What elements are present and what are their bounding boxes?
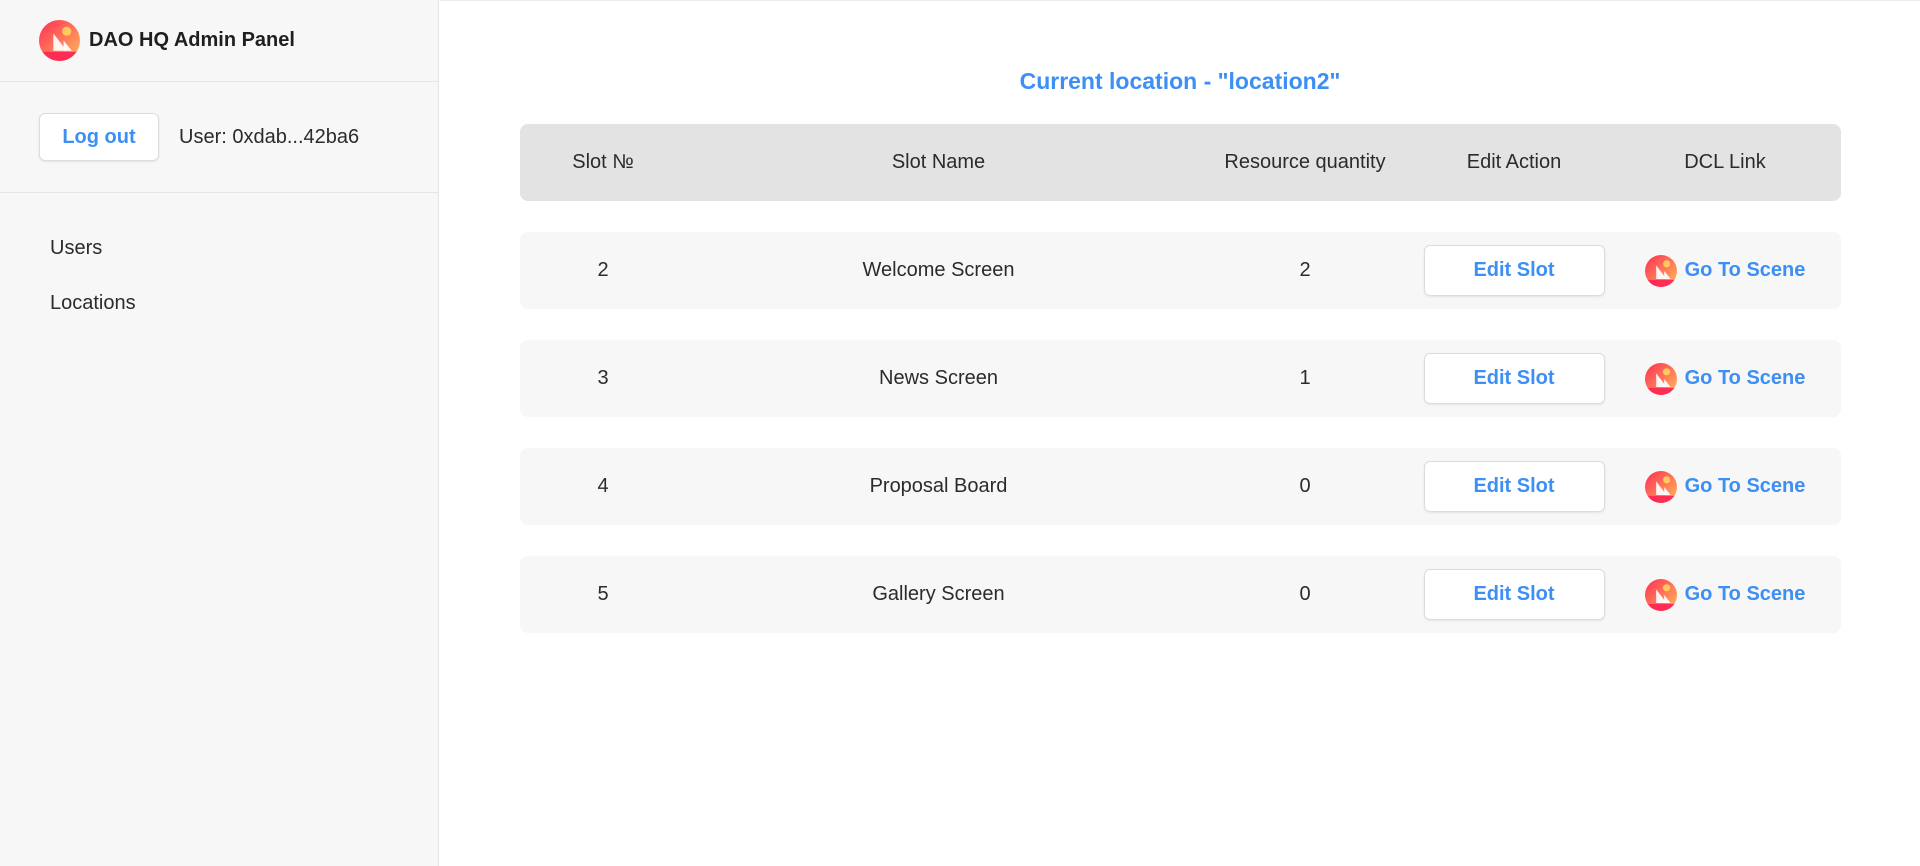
table-row: 2 Welcome Screen 2 Edit Slot Go To Scene [520, 232, 1841, 309]
sidebar-nav: Users Locations [0, 193, 438, 331]
slot-number: 5 [597, 583, 609, 605]
dcl-link-cell: Go To Scene [1609, 470, 1841, 503]
table-row: 5 Gallery Screen 0 Edit Slot Go To Scene [520, 556, 1841, 633]
edit-slot-button[interactable]: Edit Slot [1423, 353, 1605, 404]
header-slot-name: Slot Name [891, 151, 986, 173]
sidebar: DAO HQ Admin Panel Log out User: 0xdab..… [0, 0, 439, 866]
edit-action-cell: Edit Slot [1419, 353, 1609, 404]
go-to-scene-link[interactable]: Go To Scene [1644, 362, 1806, 395]
table-header: Slot № Slot Name Resource quantity Edit … [520, 124, 1841, 201]
slot-number: 4 [597, 475, 609, 497]
dcl-link-cell: Go To Scene [1609, 578, 1841, 611]
edit-slot-button[interactable]: Edit Slot [1423, 461, 1605, 512]
table-row: 4 Proposal Board 0 Edit Slot Go To Scene [520, 448, 1841, 525]
slot-number: 3 [597, 367, 609, 389]
edit-slot-button[interactable]: Edit Slot [1423, 569, 1605, 620]
decentraland-logo-icon [39, 20, 80, 61]
go-to-scene-link[interactable]: Go To Scene [1644, 254, 1806, 287]
main-content: Current location - "location2" Slot № Sl… [440, 0, 1920, 866]
sidebar-item-locations[interactable]: Locations [0, 276, 438, 331]
sidebar-item-users[interactable]: Users [0, 221, 438, 276]
table-row: 3 News Screen 1 Edit Slot Go To Scene [520, 340, 1841, 417]
edit-action-cell: Edit Slot [1419, 245, 1609, 296]
decentraland-logo-icon [1644, 470, 1677, 503]
go-to-scene-label: Go To Scene [1684, 367, 1806, 389]
go-to-scene-label: Go To Scene [1684, 583, 1806, 605]
header-resource-quantity: Resource quantity [1224, 151, 1386, 173]
header-edit-action: Edit Action [1466, 151, 1562, 173]
resource-quantity: 0 [1299, 475, 1311, 497]
header-slot-number: Slot № [572, 151, 634, 173]
resource-quantity: 1 [1299, 367, 1311, 389]
go-to-scene-link[interactable]: Go To Scene [1644, 578, 1806, 611]
app-title: DAO HQ Admin Panel [89, 29, 295, 51]
slot-number: 2 [597, 259, 609, 281]
edit-action-cell: Edit Slot [1419, 461, 1609, 512]
edit-slot-button[interactable]: Edit Slot [1423, 245, 1605, 296]
admin-app: DAO HQ Admin Panel Log out User: 0xdab..… [0, 0, 1920, 866]
slot-name: Proposal Board [869, 475, 1008, 497]
slots-table: Slot № Slot Name Resource quantity Edit … [520, 124, 1841, 633]
dcl-link-cell: Go To Scene [1609, 362, 1841, 395]
decentraland-logo-icon [1644, 578, 1677, 611]
resource-quantity: 2 [1299, 259, 1311, 281]
logout-button[interactable]: Log out [39, 113, 159, 161]
dcl-link-cell: Go To Scene [1609, 254, 1841, 287]
resource-quantity: 0 [1299, 583, 1311, 605]
header-dcl-link: DCL Link [1684, 151, 1766, 173]
go-to-scene-label: Go To Scene [1684, 259, 1806, 281]
slot-name: News Screen [879, 367, 998, 389]
slot-name: Gallery Screen [872, 583, 1005, 605]
decentraland-logo-icon [1644, 362, 1677, 395]
decentraland-logo-icon [1644, 254, 1677, 287]
session-bar: Log out User: 0xdab...42ba6 [0, 82, 438, 193]
go-to-scene-link[interactable]: Go To Scene [1644, 470, 1806, 503]
slot-name: Welcome Screen [862, 259, 1015, 281]
current-user-label: User: 0xdab...42ba6 [179, 125, 360, 148]
brand-header: DAO HQ Admin Panel [0, 0, 438, 82]
go-to-scene-label: Go To Scene [1684, 475, 1806, 497]
edit-action-cell: Edit Slot [1419, 569, 1609, 620]
page-title: Current location - "location2" [1019, 68, 1341, 94]
